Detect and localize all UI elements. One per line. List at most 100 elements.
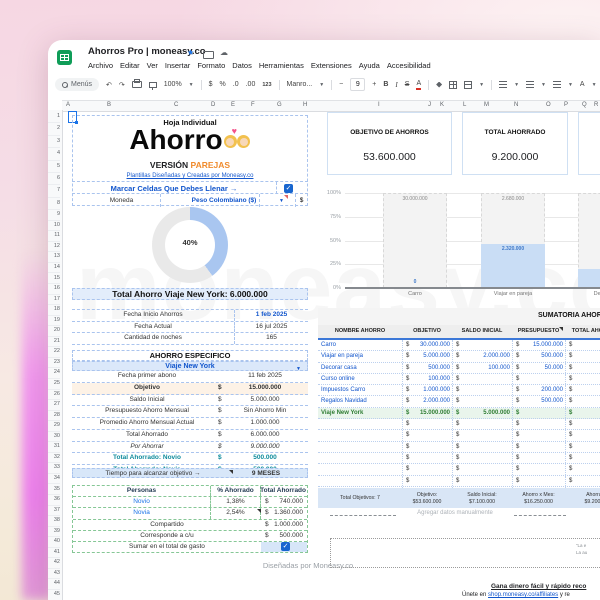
row-header-1[interactable]: 1 — [48, 110, 60, 123]
currency-cell[interactable]: $ — [295, 194, 308, 207]
column-header-N[interactable]: N — [514, 102, 518, 108]
especifico-row-value[interactable]: 15.000.000 — [222, 383, 308, 394]
especifico-row-value[interactable]: 11 feb 2025 — [222, 371, 308, 382]
column-header-A[interactable]: A — [66, 102, 70, 108]
paint-format-button[interactable] — [149, 82, 157, 88]
strikethrough-button[interactable]: S — [405, 81, 410, 88]
row-header-45[interactable]: 45 — [48, 589, 60, 600]
more-formats-button[interactable]: 123 — [262, 82, 271, 88]
horizontal-align-button[interactable] — [499, 81, 507, 88]
menu-item[interactable]: Extensiones — [311, 61, 352, 70]
objetivo-cell[interactable]: $1.000.000 — [402, 385, 453, 395]
objetivo-cell[interactable]: $500.000 — [402, 363, 453, 373]
column-header-M[interactable]: M — [484, 102, 489, 108]
fill-color-button[interactable] — [436, 82, 442, 88]
rotate-dropdown-icon[interactable]: ▼ — [592, 82, 597, 88]
google-sheets-icon[interactable] — [57, 50, 72, 65]
font-size-decrease[interactable]: − — [339, 81, 343, 88]
date-value[interactable]: 16 jul 2025 — [235, 322, 308, 333]
presupuesto-cell[interactable]: $ — [512, 408, 566, 418]
move-to-folder-icon[interactable] — [203, 51, 214, 59]
star-icon[interactable]: ★ — [187, 48, 194, 57]
italic-button[interactable]: I — [395, 81, 397, 89]
presupuesto-cell[interactable]: $15.000.000 — [512, 340, 566, 350]
sumatoria-empty-row[interactable]: $$$$ — [318, 442, 600, 453]
menu-item[interactable]: Ayuda — [359, 61, 380, 70]
objetivo-cell[interactable]: $100.000 — [402, 374, 453, 384]
especifico-row-value[interactable]: 5.000.000 — [222, 395, 308, 406]
sumatoria-empty-row[interactable]: $$$$ — [318, 476, 600, 487]
templates-link[interactable]: Plantillas Diseñadas y Creadas por Monea… — [72, 173, 308, 179]
font-size-increase[interactable]: + — [372, 81, 376, 88]
sumatoria-empty-row[interactable]: $$$$ — [318, 430, 600, 441]
presupuesto-cell[interactable]: $50.000 — [512, 363, 566, 373]
objetivo-cell[interactable]: $30.000.000 — [402, 340, 453, 350]
especifico-row-value[interactable]: 6.000.000 — [222, 430, 308, 441]
presupuesto-cell[interactable]: $ — [512, 374, 566, 384]
sumatoria-empty-row[interactable]: $$$$ — [318, 453, 600, 464]
text-color-button[interactable]: A — [416, 80, 421, 90]
objetivo-cell[interactable]: $15.000.000 — [402, 408, 453, 418]
decrease-decimals-button[interactable]: .0 — [233, 81, 239, 88]
saldo-cell[interactable]: $5.000.000 — [452, 408, 513, 418]
redo-button[interactable]: ↷ — [119, 81, 125, 89]
column-header-L[interactable]: L — [463, 102, 466, 108]
row-header-8[interactable]: 8 — [48, 197, 60, 210]
wrap-dropdown-icon[interactable]: ▼ — [568, 82, 573, 88]
column-header-R[interactable]: R — [594, 102, 598, 108]
ahorro-name[interactable]: Viaje New York — [321, 408, 363, 418]
menu-item[interactable]: Insertar — [165, 61, 190, 70]
column-header-F[interactable]: F — [251, 102, 255, 108]
presupuesto-cell[interactable]: $500.000 — [512, 396, 566, 406]
print-button[interactable] — [132, 81, 142, 88]
bold-button[interactable]: B — [383, 81, 388, 88]
date-value[interactable]: 165 — [235, 333, 308, 344]
saldo-cell[interactable]: $ — [452, 340, 513, 350]
person-name[interactable]: Novia — [73, 508, 211, 518]
row-header-4[interactable]: 4 — [48, 147, 60, 160]
font-select[interactable]: Manro... — [287, 81, 313, 88]
menu-item[interactable]: Datos — [232, 61, 252, 70]
marcar-checkbox[interactable]: ✓ — [284, 184, 293, 193]
borders-button[interactable] — [449, 81, 457, 89]
sumar-checkbox[interactable]: ✓ — [281, 542, 290, 551]
column-header-K[interactable]: K — [440, 102, 444, 108]
merge-cells-button[interactable] — [464, 81, 472, 89]
ahorro-name[interactable]: Decorar casa — [321, 363, 357, 373]
align-dropdown-icon[interactable]: ▼ — [514, 82, 519, 88]
ahorro-name[interactable]: Curso online — [321, 374, 355, 384]
date-value[interactable]: 1 feb 2025 — [235, 310, 308, 321]
column-header-E[interactable]: E — [231, 102, 235, 108]
row-header-5[interactable]: 5 — [48, 160, 60, 173]
menu-item[interactable]: Herramientas — [259, 61, 304, 70]
especifico-selector[interactable]: Viaje New York▼ — [72, 361, 308, 372]
especifico-row-value[interactable]: 500.000 — [222, 453, 308, 464]
zoom-dropdown-icon[interactable]: ▼ — [189, 82, 194, 88]
column-header-O[interactable]: O — [546, 102, 551, 108]
sumatoria-empty-row[interactable]: $$$$ — [318, 419, 600, 430]
ahorro-name[interactable]: Carro — [321, 340, 336, 350]
person-name[interactable]: Novio — [73, 497, 211, 507]
vertical-align-button[interactable] — [526, 81, 534, 88]
font-dropdown-icon[interactable]: ▼ — [319, 82, 324, 88]
saldo-cell[interactable]: $ — [452, 396, 513, 406]
column-header-P[interactable]: P — [564, 102, 568, 108]
menu-item[interactable]: Editar — [120, 61, 140, 70]
affiliate-headline-link[interactable]: Gana dinero fácil y rápido reco — [491, 583, 586, 590]
menu-item[interactable]: Accesibilidad — [387, 61, 431, 70]
saldo-cell[interactable]: $ — [452, 374, 513, 384]
column-header-J[interactable]: J — [428, 102, 431, 108]
merge-dropdown-icon[interactable]: ▼ — [479, 82, 484, 88]
text-rotate-button[interactable]: A — [580, 81, 585, 88]
row-header-3[interactable]: 3 — [48, 135, 60, 148]
column-header-Q[interactable]: Q — [582, 102, 587, 108]
ahorro-name[interactable]: Viajar en pareja — [321, 351, 363, 361]
valign-dropdown-icon[interactable]: ▼ — [541, 82, 546, 88]
row-header-6[interactable]: 6 — [48, 172, 60, 185]
column-header-D[interactable]: D — [211, 102, 215, 108]
column-headers[interactable]: ABCDEFGHIJKLMNOPQR — [62, 100, 600, 112]
especifico-row-value[interactable]: Sin Ahorro Min — [222, 406, 308, 417]
moneda-select[interactable]: Peso Colombiano ($) — [160, 194, 288, 207]
row-headers[interactable]: 1234567891011121314151617181920212223242… — [48, 110, 63, 600]
font-size-input[interactable]: 9 — [350, 78, 365, 91]
